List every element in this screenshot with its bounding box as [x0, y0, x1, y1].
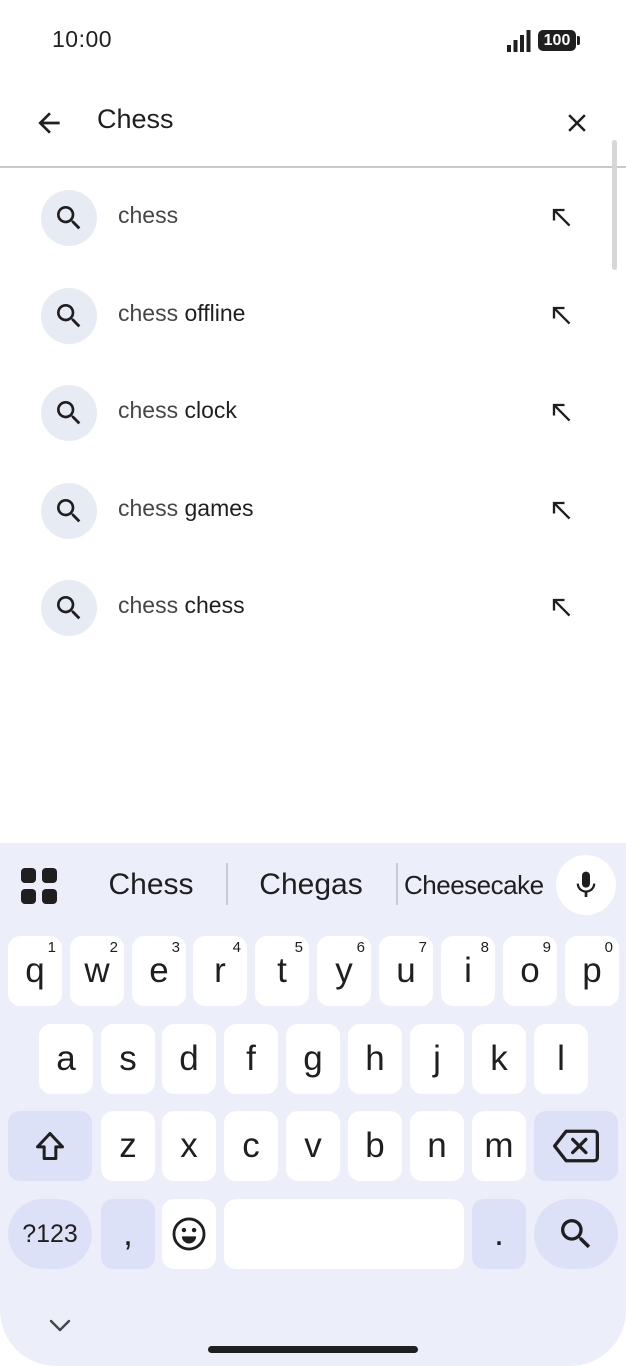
period-key[interactable]: .: [472, 1199, 526, 1269]
search-icon: [41, 482, 97, 539]
key-i[interactable]: i8: [441, 936, 495, 1006]
word-suggestion[interactable]: Chegas: [240, 863, 382, 907]
fill-query-button[interactable]: [540, 586, 582, 628]
suggestion-item[interactable]: chess chess: [0, 558, 626, 656]
close-icon: [568, 114, 586, 132]
search-icon: [41, 580, 97, 636]
suggestion-label: chess games: [118, 494, 254, 521]
key-n[interactable]: n: [410, 1111, 464, 1181]
key-c[interactable]: c: [224, 1111, 278, 1181]
key-q[interactable]: q1: [8, 936, 62, 1006]
fill-query-button[interactable]: [540, 294, 582, 336]
key-g[interactable]: g: [286, 1024, 340, 1094]
symbols-key[interactable]: ?123: [8, 1199, 92, 1269]
apps-grid-icon[interactable]: [18, 865, 60, 907]
emoji-key[interactable]: [162, 1199, 216, 1269]
comma-key[interactable]: ,: [101, 1199, 155, 1269]
word-suggestion[interactable]: Chess: [90, 863, 212, 907]
key-d[interactable]: d: [162, 1024, 216, 1094]
key-a[interactable]: a: [39, 1024, 93, 1094]
suggestion-label: chess offline: [118, 299, 246, 326]
battery-icon: 100: [538, 30, 580, 51]
suggestion-item[interactable]: chess games: [0, 461, 626, 559]
key-p[interactable]: p0: [565, 936, 619, 1006]
arrow-north-west-icon: [552, 306, 571, 324]
key-z[interactable]: z: [101, 1111, 155, 1181]
search-icon: [561, 1219, 591, 1249]
fill-query-button[interactable]: [540, 489, 582, 531]
key-e[interactable]: e3: [132, 936, 186, 1006]
search-icon: [41, 287, 97, 344]
key-x[interactable]: x: [162, 1111, 216, 1181]
suggestion-divider: [226, 863, 228, 905]
keyboard-toolbar: Chess Chegas Cheesecake: [0, 843, 626, 927]
suggestion-item[interactable]: chess: [0, 168, 626, 266]
suggestion-item[interactable]: chess offline: [0, 266, 626, 364]
key-o[interactable]: o9: [503, 936, 557, 1006]
keyboard: Chess Chegas Cheesecake q1 w2 e3 r4 t5 y…: [0, 843, 626, 1366]
clear-search-button[interactable]: [550, 96, 604, 150]
fill-query-button[interactable]: [540, 391, 582, 433]
key-t[interactable]: t5: [255, 936, 309, 1006]
search-header: [0, 80, 626, 168]
space-key[interactable]: [224, 1199, 464, 1269]
arrow-north-west-icon: [552, 598, 571, 617]
suggestion-divider: [396, 863, 398, 905]
arrow-north-west-icon: [552, 403, 571, 422]
signal-icon: [507, 30, 531, 52]
suggestion-label: chess: [118, 202, 179, 228]
key-m[interactable]: m: [472, 1111, 526, 1181]
arrow-north-west-icon: [552, 501, 571, 519]
suggestion-label: chess clock: [118, 397, 237, 423]
hide-keyboard-button[interactable]: [44, 1313, 76, 1339]
key-s[interactable]: s: [101, 1024, 155, 1094]
emoji-icon: [172, 1217, 206, 1251]
key-r[interactable]: r4: [193, 936, 247, 1006]
mic-icon: [576, 871, 596, 897]
shift-key[interactable]: [8, 1111, 92, 1181]
key-h[interactable]: h: [348, 1024, 402, 1094]
home-indicator[interactable]: [208, 1346, 418, 1353]
key-u[interactable]: u7: [379, 936, 433, 1006]
key-b[interactable]: b: [348, 1111, 402, 1181]
key-v[interactable]: v: [286, 1111, 340, 1181]
key-j[interactable]: j: [410, 1024, 464, 1094]
key-k[interactable]: k: [472, 1024, 526, 1094]
arrow-north-west-icon: [552, 208, 571, 227]
key-w[interactable]: w2: [70, 936, 124, 1006]
key-f[interactable]: f: [224, 1024, 278, 1094]
search-key[interactable]: [534, 1199, 618, 1269]
back-button[interactable]: [22, 96, 76, 150]
key-l[interactable]: l: [534, 1024, 588, 1094]
backspace-icon: [553, 1129, 599, 1163]
backspace-key[interactable]: [534, 1111, 618, 1181]
search-input[interactable]: [97, 98, 527, 140]
suggestion-label: chess chess: [118, 592, 245, 618]
key-y[interactable]: y6: [317, 936, 371, 1006]
status-bar: 10:00 100: [0, 0, 626, 80]
arrow-back-icon: [38, 112, 60, 134]
fill-query-button[interactable]: [540, 196, 582, 238]
suggestions-list: chess chess offline chess clock chess ga…: [0, 168, 626, 656]
suggestion-item[interactable]: chess clock: [0, 363, 626, 461]
status-time: 10:00: [52, 26, 113, 52]
chevron-down-icon: [49, 1319, 71, 1332]
search-icon: [41, 190, 97, 246]
shift-icon: [36, 1132, 64, 1160]
word-suggestion[interactable]: Cheesecake: [404, 863, 544, 907]
voice-input-button[interactable]: [556, 855, 616, 915]
search-icon: [41, 385, 97, 441]
